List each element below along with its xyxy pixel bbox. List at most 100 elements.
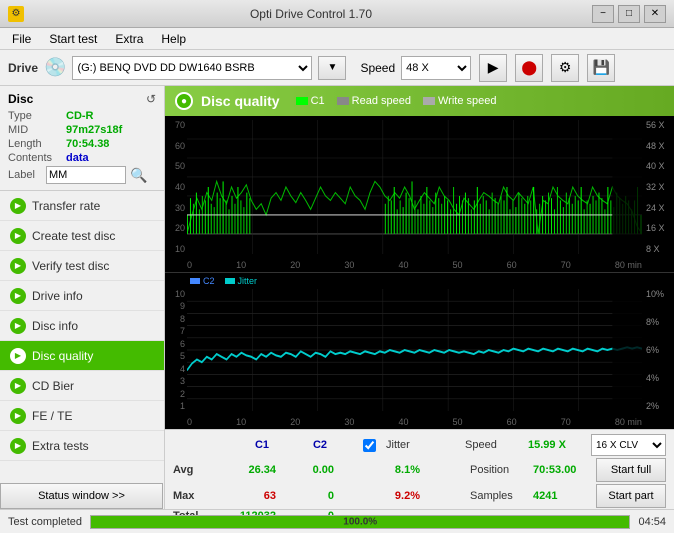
top-chart-x-axis: 0 10 20 30 40 50 60 70 80 min <box>187 260 642 270</box>
top-y-50: 50 <box>175 161 185 171</box>
stats-avg-row: Avg 26.34 0.00 8.1% Position 70:53.00 St… <box>173 458 666 482</box>
legend-ws-label: Write speed <box>438 95 497 107</box>
chart-legend: C1 Read speed Write speed <box>296 95 497 107</box>
status-window-button[interactable]: Status window >> <box>0 483 163 509</box>
top-r-32x: 32 X <box>646 182 674 192</box>
drive-icon: 💿 <box>44 57 66 78</box>
type-value: CD-R <box>66 110 94 122</box>
label-key: Label <box>8 169 46 181</box>
speed-stat-label: Speed <box>465 439 520 451</box>
top-x-10: 10 <box>236 260 246 270</box>
content-area: ● Disc quality C1 Read speed Write speed <box>165 86 674 509</box>
play-button[interactable]: ▶ <box>479 54 507 82</box>
disc-quality-title: Disc quality <box>201 93 280 109</box>
top-chart-container: 70 60 50 40 30 20 10 56 X 48 X 40 X 32 X… <box>165 116 674 273</box>
menu-extra[interactable]: Extra <box>107 30 151 48</box>
c1-column-header: C1 <box>209 439 269 451</box>
status-window-label: Status window >> <box>38 490 125 502</box>
clv-speed-select[interactable]: 16 X CLV <box>591 434 666 456</box>
fe-te-label: FE / TE <box>32 409 72 423</box>
top-x-40: 40 <box>398 260 408 270</box>
extra-tests-icon: ▶ <box>10 438 26 454</box>
stats-header-row: C1 C2 Jitter Speed 15.99 X 16 X CLV <box>173 434 666 456</box>
top-r-8x: 8 X <box>646 244 674 254</box>
app-icon: ⚙ <box>8 6 24 22</box>
transfer-rate-label: Transfer rate <box>32 199 100 213</box>
top-chart-y-axis: 70 60 50 40 30 20 10 <box>165 120 187 254</box>
settings-button[interactable]: ⚙ <box>551 54 579 82</box>
elapsed-time: 04:54 <box>638 516 666 528</box>
sidebar-item-transfer-rate[interactable]: ▶ Transfer rate <box>0 191 164 221</box>
menu-help[interactable]: Help <box>153 30 194 48</box>
label-input[interactable] <box>46 166 126 184</box>
top-r-16x: 16 X <box>646 223 674 233</box>
transfer-rate-icon: ▶ <box>10 198 26 214</box>
jitter-checkbox[interactable] <box>363 439 376 452</box>
sidebar-item-drive-info[interactable]: ▶ Drive info <box>0 281 164 311</box>
top-r-24x: 24 X <box>646 203 674 213</box>
disc-info-icon: ▶ <box>10 318 26 334</box>
jitter-legend: Jitter <box>225 276 258 286</box>
drive-info-icon: ▶ <box>10 288 26 304</box>
close-button[interactable]: ✕ <box>644 5 666 23</box>
sidebar-item-disc-quality[interactable]: ▶ Disc quality <box>0 341 164 371</box>
disc-refresh-icon[interactable]: ↺ <box>146 92 156 106</box>
menubar: File Start test Extra Help <box>0 28 674 50</box>
legend-c1-label: C1 <box>311 95 325 107</box>
legend-write-speed: Write speed <box>423 95 497 107</box>
legend-rs-label: Read speed <box>352 95 411 107</box>
sidebar-item-fe-te[interactable]: ▶ FE / TE <box>0 401 164 431</box>
contents-key: Contents <box>8 152 66 164</box>
top-x-30: 30 <box>344 260 354 270</box>
start-part-button[interactable]: Start part <box>596 484 666 508</box>
window-title: Opti Drive Control 1.70 <box>30 7 592 21</box>
length-value: 70:54.38 <box>66 138 109 150</box>
top-chart-svg-area <box>187 120 642 254</box>
legend-c1-color <box>296 97 308 105</box>
max-c2: 0 <box>284 490 334 502</box>
sidebar-nav: ▶ Transfer rate ▶ Create test disc ▶ Ver… <box>0 191 164 483</box>
sidebar-item-create-test-disc[interactable]: ▶ Create test disc <box>0 221 164 251</box>
drive-select[interactable]: (G:) BENQ DVD DD DW1640 BSRB <box>72 56 312 80</box>
menu-file[interactable]: File <box>4 30 39 48</box>
top-x-0: 0 <box>187 260 192 270</box>
legend-c1: C1 <box>296 95 325 107</box>
drive-refresh-button[interactable]: ▼ <box>318 56 346 80</box>
titlebar: ⚙ Opti Drive Control 1.70 − □ ✕ <box>0 0 674 28</box>
top-r-40x: 40 X <box>646 161 674 171</box>
sidebar-item-verify-test-disc[interactable]: ▶ Verify test disc <box>0 251 164 281</box>
disc-quality-icon: ▶ <box>10 348 26 364</box>
top-x-20: 20 <box>290 260 300 270</box>
menu-start-test[interactable]: Start test <box>41 30 105 48</box>
top-y-30: 30 <box>175 203 185 213</box>
maximize-button[interactable]: □ <box>618 5 640 23</box>
speed-label: Speed <box>360 61 395 75</box>
erase-button[interactable]: ⬤ <box>515 54 543 82</box>
verify-test-disc-icon: ▶ <box>10 258 26 274</box>
label-search-icon[interactable]: 🔍 <box>130 167 147 184</box>
disc-title: Disc <box>8 92 33 106</box>
extra-tests-label: Extra tests <box>32 439 89 453</box>
bottom-chart-x-axis: 0 10 20 30 40 50 60 70 80 min <box>187 417 642 427</box>
main-area: Disc ↺ Type CD-R MID 97m27s18f Length 70… <box>0 86 674 509</box>
start-full-button[interactable]: Start full <box>596 458 666 482</box>
cd-bier-icon: ▶ <box>10 378 26 394</box>
save-button[interactable]: 💾 <box>587 54 615 82</box>
sidebar-item-cd-bier[interactable]: ▶ CD Bier <box>0 371 164 401</box>
top-y-10: 10 <box>175 244 185 254</box>
cd-bier-label: CD Bier <box>32 379 74 393</box>
sidebar-item-extra-tests[interactable]: ▶ Extra tests <box>0 431 164 461</box>
drivebar: Drive 💿 (G:) BENQ DVD DD DW1640 BSRB ▼ S… <box>0 50 674 86</box>
legend-rs-color <box>337 97 349 105</box>
c2-legend: C2 <box>190 276 215 286</box>
top-y-20: 20 <box>175 223 185 233</box>
disc-quality-label: Disc quality <box>32 349 93 363</box>
speed-select[interactable]: 48 X <box>401 56 471 80</box>
minimize-button[interactable]: − <box>592 5 614 23</box>
disc-quality-header-icon: ● <box>175 92 193 110</box>
bottom-chart-y-axis: 10 9 8 7 6 5 4 3 2 1 <box>165 289 187 411</box>
legend-ws-color <box>423 97 435 105</box>
top-chart-svg <box>187 120 642 254</box>
top-x-80min: 80 min <box>615 260 642 270</box>
sidebar-item-disc-info[interactable]: ▶ Disc info <box>0 311 164 341</box>
